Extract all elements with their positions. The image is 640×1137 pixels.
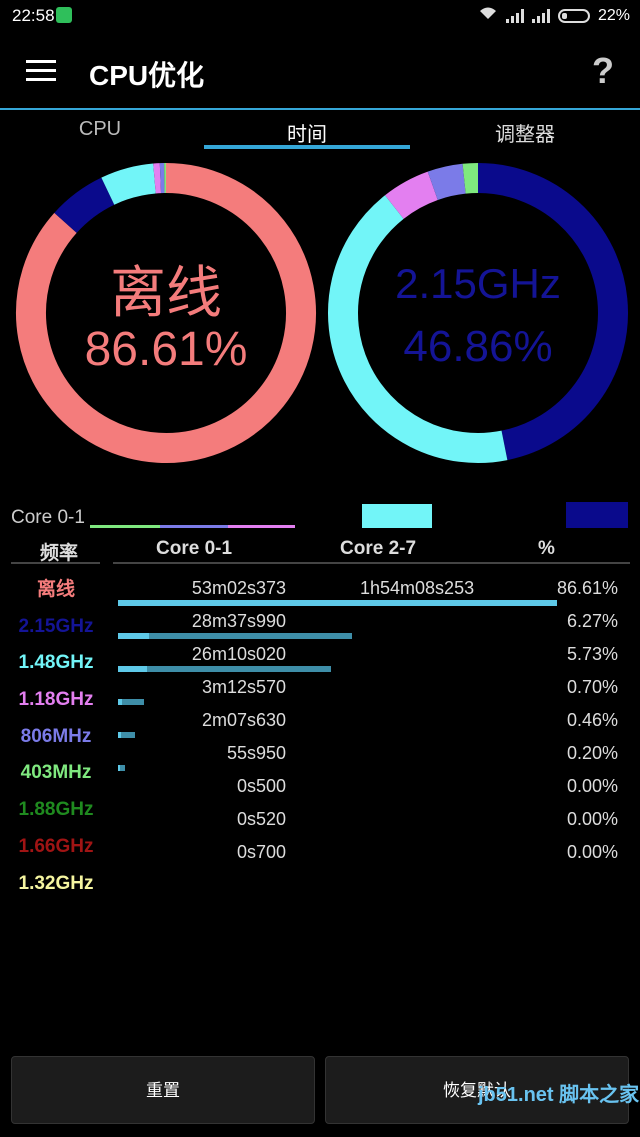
- frequency-item: 1.66GHz: [18, 835, 94, 857]
- reset-button[interactable]: 重置: [11, 1056, 315, 1124]
- wifi-icon: [478, 6, 498, 25]
- status-bar: 22:58 22%: [0, 0, 640, 32]
- percent-value: 86.61%: [556, 578, 618, 598]
- core27-segment-2: [385, 171, 439, 220]
- usage-bar: [118, 732, 136, 738]
- percent-value: 5.73%: [566, 644, 618, 664]
- tab-bar: CPU 时间 调整器: [0, 112, 640, 152]
- frequency-item: 2.15GHz: [18, 615, 94, 637]
- legend-core-label: Core 0-1: [11, 507, 85, 528]
- usage-bar-core01: [118, 765, 120, 771]
- core01-donut-chart: 离线 86.61%: [13, 160, 319, 466]
- core-legend: Core 0-1: [0, 500, 640, 532]
- core27-time: 1h54m08s253: [360, 578, 475, 598]
- core27-state-label: 2.15GHz: [395, 260, 561, 307]
- usage-bar-core01: [118, 699, 123, 705]
- table-row: 55s950 0.20%: [113, 740, 640, 773]
- frequency-item: 离线: [36, 579, 75, 600]
- status-time: 22:58: [12, 6, 55, 25]
- percent-value: 0.00%: [566, 842, 618, 862]
- table-row: 28m37s990 6.27%: [113, 608, 640, 641]
- core27-segment-4: [462, 163, 479, 194]
- watermark-text: jb51.net 脚本之家: [478, 1084, 640, 1106]
- table-row: 0s500 0.00%: [113, 773, 640, 806]
- table-row: 0s700 0.00%: [113, 839, 640, 872]
- core01-time: 53m02s373: [191, 578, 286, 598]
- core01-time: 55s950: [226, 743, 286, 763]
- time-table: 53m02s373 1h54m08s253 86.61% 28m37s990 6.27%…: [113, 575, 640, 872]
- core01-time: 0s500: [236, 776, 286, 796]
- usage-bar: [118, 666, 332, 672]
- frequency-item: 1.88GHz: [18, 799, 94, 821]
- legend-lines: [90, 525, 295, 528]
- help-icon[interactable]: ?: [592, 50, 614, 92]
- core01-state-percent: 86.61%: [84, 323, 248, 376]
- percent-value: 0.00%: [566, 809, 618, 829]
- frequency-list: 离线 2.15GHz 1.48GHz 1.18GHz 806MHz 403MHz 1.88G…: [0, 575, 112, 905]
- legend-line-green: [90, 525, 160, 528]
- percent-value: 0.46%: [566, 710, 618, 730]
- core01-time: 0s700: [236, 842, 286, 862]
- usage-bar-core01: [118, 633, 150, 639]
- core27-donut-svg: [328, 163, 628, 463]
- table-row: 26m10s020 5.73%: [113, 641, 640, 674]
- table-row: 3m12s570 0.70%: [113, 674, 640, 707]
- usage-bar: [118, 699, 144, 705]
- core27-segment-3: [427, 163, 467, 201]
- percent-value: 0.20%: [566, 743, 618, 763]
- legend-swatch-navy: [566, 502, 628, 528]
- signal-icon-2: [531, 8, 550, 23]
- legend-line-blue: [160, 525, 228, 528]
- table-row: 53m02s373 1h54m08s253 86.61%: [113, 575, 640, 608]
- core01-time: 26m10s020: [191, 644, 286, 664]
- app-bar: CPU优化 ?: [0, 32, 640, 110]
- usage-bar-core01: [118, 732, 121, 738]
- header-frequency: 频率: [40, 543, 79, 564]
- legend-line-pink: [228, 525, 295, 528]
- usage-bar: [118, 765, 126, 771]
- header-divider-right: [113, 562, 630, 564]
- frequency-item: 403MHz: [20, 762, 92, 784]
- frequency-item: 806MHz: [20, 725, 92, 747]
- menu-icon[interactable]: [26, 60, 56, 82]
- core01-time: 3m12s570: [201, 677, 286, 697]
- core01-time: 2m07s630: [201, 710, 286, 730]
- percent-value: 0.70%: [566, 677, 618, 697]
- core01-time: 28m37s990: [191, 611, 286, 631]
- percent-value: 6.27%: [566, 611, 618, 631]
- legend-swatch-cyan: [362, 504, 432, 528]
- core01-segment-2: [101, 163, 157, 205]
- frequency-item: 1.18GHz: [18, 689, 94, 711]
- tab-cpu[interactable]: CPU: [60, 118, 140, 141]
- core27-donut-chart: 2.15GHz 46.86%: [325, 160, 631, 466]
- battery-percent: 22%: [597, 6, 630, 24]
- core27-state-percent: 46.86%: [403, 322, 553, 371]
- usage-bar: [118, 633, 352, 639]
- percent-value: 0.00%: [566, 776, 618, 796]
- core01-state-label: 离线: [110, 261, 222, 324]
- table-header: 频率 Core 0-1 Core 2-7 %: [0, 534, 640, 564]
- frequency-item: 1.48GHz: [18, 652, 94, 674]
- table-row: 0s520 0.00%: [113, 806, 640, 839]
- table-row: 2m07s630 0.46%: [113, 707, 640, 740]
- frequency-item: 1.32GHz: [18, 872, 94, 894]
- core27-segment-0: [477, 163, 628, 461]
- core01-segment-1: [54, 177, 115, 234]
- notification-app-icon: [56, 7, 72, 23]
- header-core01: Core 0-1: [156, 538, 233, 559]
- tab-time[interactable]: 时间: [204, 118, 410, 147]
- active-tab-indicator: [204, 145, 410, 149]
- header-core27: Core 2-7: [340, 538, 417, 559]
- tab-governor[interactable]: 调整器: [470, 118, 580, 147]
- header-divider-left: [11, 562, 100, 564]
- header-percent: %: [538, 538, 555, 559]
- page-title: CPU优化: [89, 60, 205, 91]
- battery-icon: [557, 8, 590, 23]
- status-icons: 22%: [478, 6, 630, 25]
- core01-time: 0s520: [236, 809, 286, 829]
- usage-bar-core01: [118, 600, 558, 606]
- signal-icon-1: [505, 8, 524, 23]
- usage-bar-core01: [118, 666, 147, 672]
- usage-bar: [118, 600, 558, 606]
